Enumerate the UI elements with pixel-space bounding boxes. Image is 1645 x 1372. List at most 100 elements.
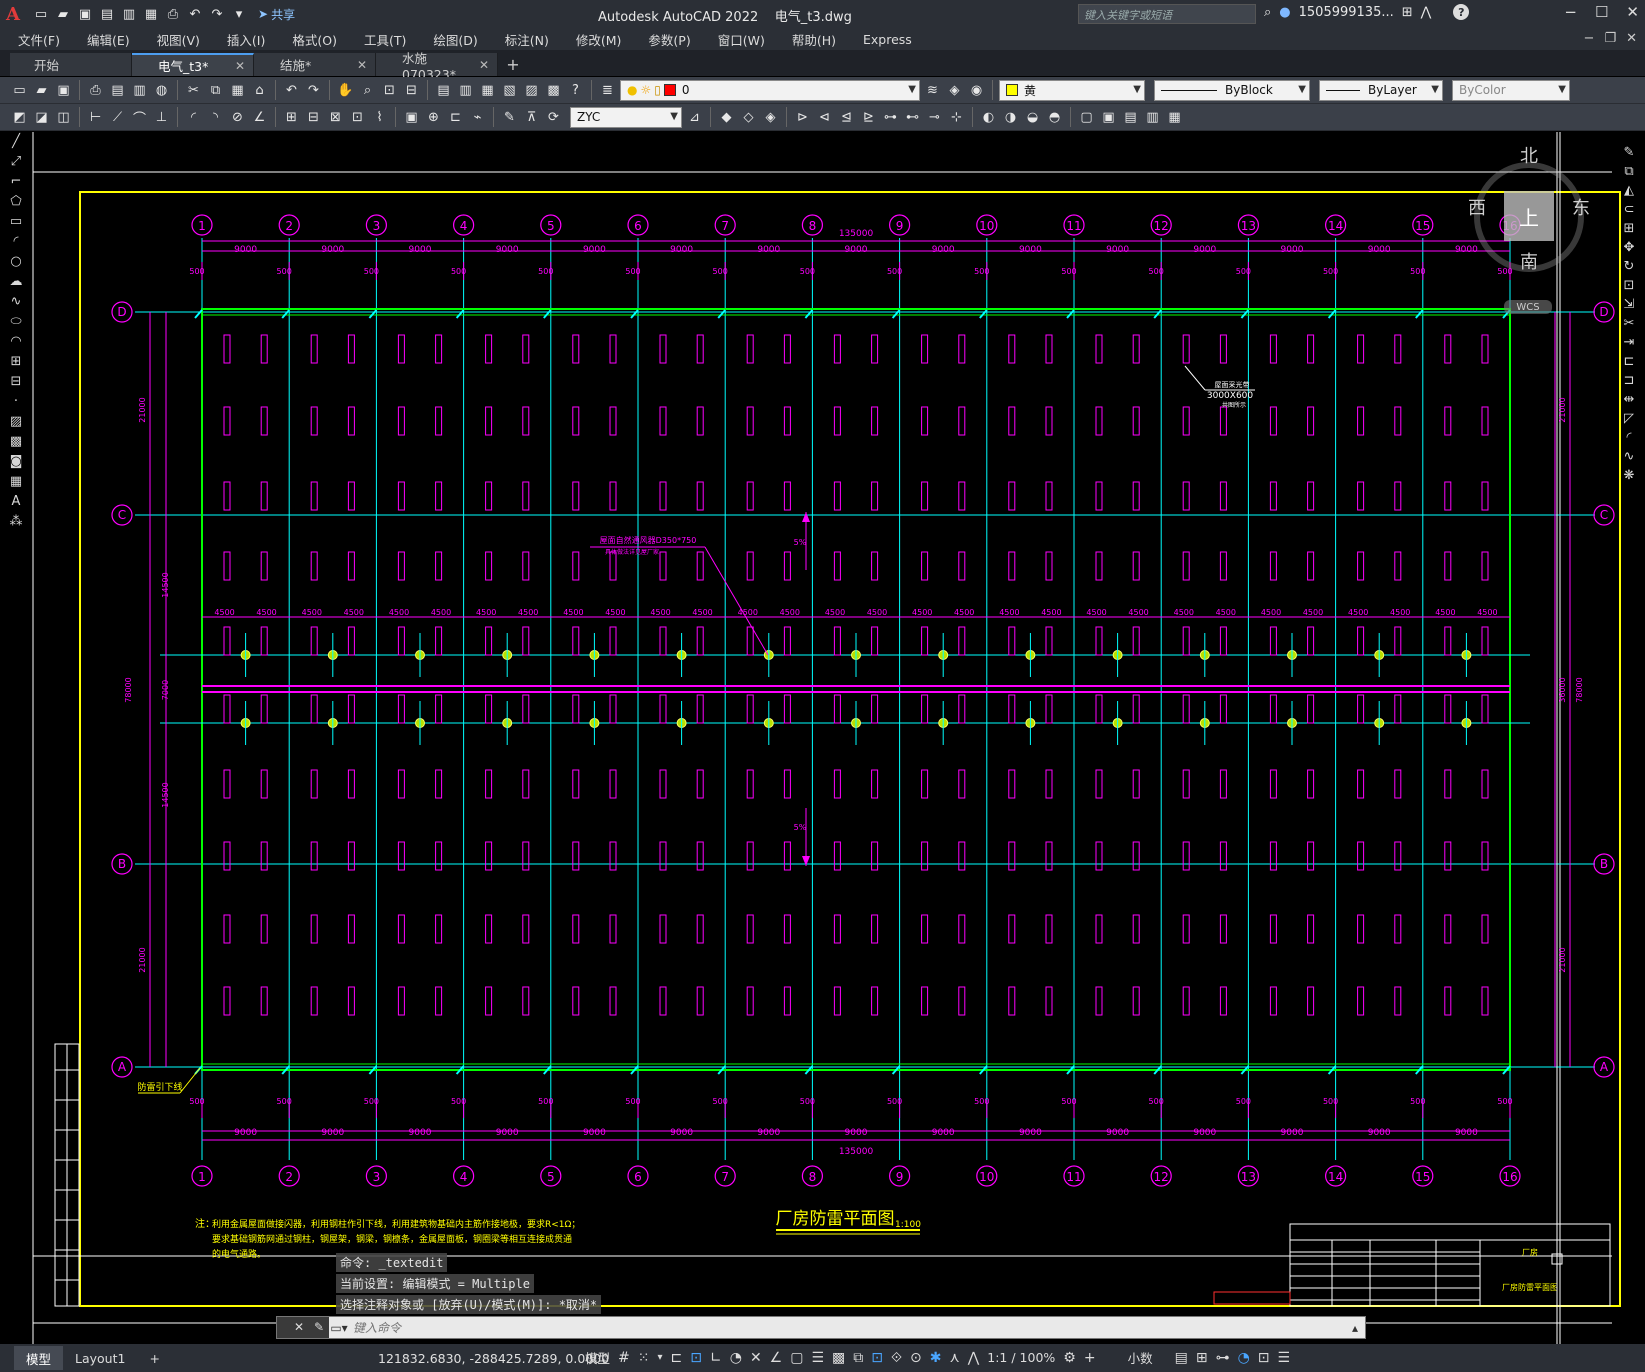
close-tab-icon[interactable]: ✕ [479, 58, 489, 72]
user-icon[interactable]: ● [1279, 5, 1290, 20]
break-icon[interactable]: ⊐ [1624, 373, 1635, 388]
menu-insert[interactable]: 插入(I) [227, 30, 265, 49]
tolerance-icon[interactable]: ▣ [402, 108, 421, 127]
tab-start[interactable]: 开始 [10, 53, 132, 76]
tool-palettes-icon[interactable]: ▦ [478, 81, 497, 100]
aligned-dim-icon[interactable]: ⟋ [108, 108, 127, 127]
trim-icon[interactable]: ✂ [1624, 316, 1635, 331]
annotation-monitor-icon[interactable]: + [1084, 1350, 1096, 1366]
clean-screen-icon[interactable]: ⊡ [1258, 1350, 1270, 1366]
model-space-button[interactable]: 模型 [585, 1348, 610, 1367]
join-icon[interactable]: ⇹ [1624, 392, 1635, 407]
dim-style-icon[interactable]: ⊿ [685, 108, 704, 127]
arc-length-icon[interactable]: ⌒ [130, 108, 149, 127]
mirror-icon[interactable]: ◭ [1624, 183, 1634, 198]
layer-dropdown[interactable]: ● ☼ ▯ 0 ▼ [620, 79, 920, 101]
jogged-linear-icon[interactable]: ⌁ [468, 108, 487, 127]
new-tab-icon[interactable]: + [498, 53, 528, 76]
add-selected-icon[interactable]: ⁂ [10, 514, 23, 529]
layer-properties-icon[interactable]: ≣ [598, 81, 617, 100]
annotation-scale[interactable]: 1:1 / 100% [987, 1350, 1055, 1365]
command-line-grip[interactable] [277, 1317, 289, 1338]
revcloud-icon[interactable]: ☁ [10, 274, 23, 289]
plotstyle-dropdown[interactable]: ByColor ▼ [1452, 79, 1570, 101]
markup-icon[interactable]: ▨ [522, 81, 541, 100]
tool-icon[interactable]: ▥ [1143, 108, 1162, 127]
quick-dim-icon[interactable]: ⊞ [282, 108, 301, 127]
units-button[interactable]: 小数 [1128, 1348, 1153, 1367]
gradient-icon[interactable]: ▩ [10, 434, 22, 449]
annotation-visibility-icon[interactable]: ⋏ [950, 1350, 960, 1366]
minimize-icon[interactable]: − [1564, 3, 1577, 21]
lineweight-dropdown[interactable]: ByLayer ▼ [1319, 79, 1443, 101]
tool-icon[interactable]: ▤ [1121, 108, 1140, 127]
angular-dim-icon[interactable]: ∠ [250, 108, 269, 127]
help-icon[interactable]: ? [1453, 4, 1470, 20]
jogged-dim-icon[interactable]: ◝ [206, 108, 225, 127]
ordinate-dim-icon[interactable]: ⊥ [152, 108, 171, 127]
tool-icon[interactable]: ◐ [979, 108, 998, 127]
tool-icon[interactable]: ⊳ [793, 108, 812, 127]
help-search-input[interactable]: 键入关键字或短语 [1078, 4, 1256, 24]
ortho-icon[interactable]: ∟ [710, 1350, 722, 1366]
menu-help[interactable]: 帮助(H) [792, 30, 836, 49]
tab-model[interactable]: 模型 [14, 1346, 64, 1370]
transparency-icon[interactable]: ▩ [832, 1350, 845, 1366]
menu-format[interactable]: 格式(O) [292, 30, 337, 49]
make-block-icon[interactable]: ⊟ [11, 374, 22, 389]
close-tab-icon[interactable]: ✕ [357, 58, 367, 72]
center-mark-icon[interactable]: ⊕ [424, 108, 443, 127]
tool-icon[interactable]: ◑ [1001, 108, 1020, 127]
tool-icon[interactable]: ◫ [54, 108, 73, 127]
erase-icon[interactable]: ✎ [1624, 145, 1635, 160]
polar-tracking-icon[interactable]: ◔ [730, 1350, 742, 1366]
snap-icon[interactable]: ⁙ [638, 1350, 650, 1366]
object-snap-icon[interactable]: ▢ [790, 1350, 803, 1366]
inspection-icon[interactable]: ⊏ [446, 108, 465, 127]
hardware-acceleration-icon[interactable]: ◔ [1238, 1350, 1250, 1366]
chevron-up-icon[interactable]: ▴ [1345, 1321, 1365, 1335]
open-file-icon[interactable]: ▰ [54, 5, 72, 23]
compass-west[interactable]: 西 [1468, 194, 1486, 220]
circle-icon[interactable]: ○ [10, 254, 21, 269]
add-layout-icon[interactable]: + [137, 1346, 171, 1370]
tab-structural[interactable]: 结施* ✕ [254, 53, 376, 76]
tool-icon[interactable]: ▢ [1077, 108, 1096, 127]
save-icon[interactable]: ▣ [54, 81, 73, 100]
customize-icon[interactable]: ✎ [309, 1317, 329, 1338]
menu-dimension[interactable]: 标注(N) [505, 30, 549, 49]
cad-drawing[interactable]: 1122334455667788991010111112121313141415… [0, 132, 1645, 1344]
tool-icon[interactable]: ◩ [10, 108, 29, 127]
3d-osnap-icon[interactable]: ⊡ [871, 1350, 883, 1366]
autodesk-app-icon[interactable]: ⋀ [1421, 5, 1432, 20]
polyline-icon[interactable]: ⌐ [11, 174, 22, 189]
cut-icon[interactable]: ✂ [184, 81, 203, 100]
close-tab-icon[interactable]: ✕ [235, 59, 245, 73]
object-snap-tracking-icon[interactable]: ∠ [770, 1350, 783, 1366]
workspace-gear-icon[interactable]: ⚙ [1063, 1350, 1076, 1366]
cart-icon[interactable]: ⊞ [1402, 5, 1413, 20]
sheet-set-icon[interactable]: ▧ [500, 81, 519, 100]
coordinate-readout[interactable]: 121832.6830, -288425.7289, 0.0000 [378, 1351, 609, 1366]
calculator-icon[interactable]: ▩ [544, 81, 563, 100]
save-as-icon[interactable]: ▤ [98, 5, 116, 23]
compass-north[interactable]: 北 [1520, 142, 1538, 168]
dim-break-icon[interactable]: ⌇ [370, 108, 389, 127]
point-icon[interactable]: · [14, 394, 18, 409]
tool-icon[interactable]: ⊷ [903, 108, 922, 127]
recent-commands-icon[interactable]: ▭▾ [329, 1321, 349, 1335]
dynamic-input-icon[interactable]: ⊡ [690, 1350, 702, 1366]
infer-constraints-icon[interactable]: ⊏ [671, 1350, 683, 1366]
user-account[interactable]: 1505999135... [1299, 5, 1394, 20]
linear-dim-icon[interactable]: ⊢ [86, 108, 105, 127]
isolate-objects-icon[interactable]: ⊶ [1216, 1350, 1230, 1366]
customization-icon[interactable]: ☰ [1278, 1350, 1291, 1366]
design-center-icon[interactable]: ▥ [456, 81, 475, 100]
hatch-icon[interactable]: ▨ [10, 414, 22, 429]
new-file-icon[interactable]: ▭ [32, 5, 50, 23]
menu-parametric[interactable]: 参数(P) [648, 30, 690, 49]
lineweight-icon[interactable]: ☰ [811, 1350, 824, 1366]
tool-icon[interactable]: ◒ [1023, 108, 1042, 127]
extend-icon[interactable]: ⇥ [1624, 335, 1635, 350]
publish-icon[interactable]: ▥ [130, 81, 149, 100]
